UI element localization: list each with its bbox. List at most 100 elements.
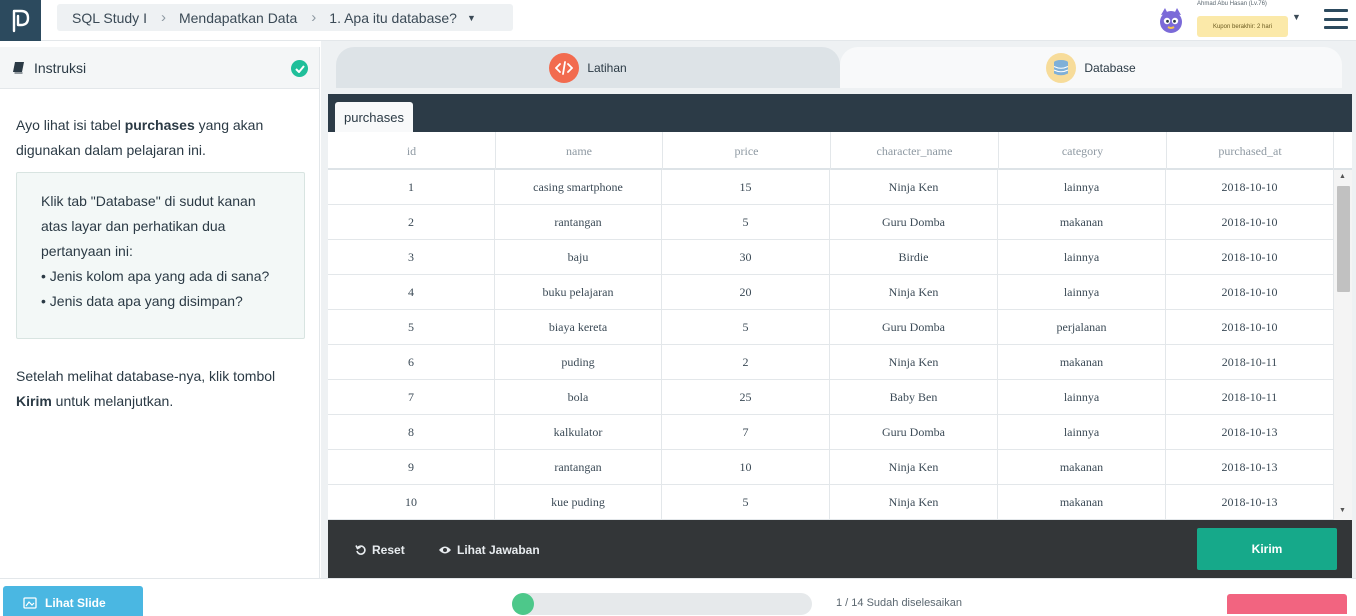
caret-down-icon[interactable]: ▼: [1292, 12, 1301, 22]
breadcrumb-lesson[interactable]: 1. Apa itu database?: [329, 10, 457, 26]
instructions-tip-box: Klik tab "Database" di sudut kanan atas …: [16, 172, 305, 339]
next-lesson-button[interactable]: [1227, 594, 1347, 614]
tip-question: • Jenis kolom apa yang ada di sana?: [41, 268, 270, 284]
table-cell-price: 5: [662, 205, 830, 240]
table-cell-name: kalkulator: [495, 415, 662, 450]
table-row: 6 puding 2 Ninja Ken makanan 2018-10-11: [328, 345, 1334, 380]
table-row: 5 biaya kereta 5 Guru Domba perjalanan 2018-1…: [328, 310, 1334, 345]
table-cell-character_name: Birdie: [830, 240, 998, 275]
reset-icon: [355, 545, 366, 555]
table-cell-category: lainnya: [998, 170, 1166, 205]
code-icon: [549, 52, 580, 83]
table-cell-character_name: Guru Domba: [830, 415, 998, 450]
tip-question: • Jenis data apa yang disimpan?: [41, 293, 243, 309]
column-header: character_name: [831, 132, 999, 170]
table-header: id name price character_name category pu…: [328, 132, 1352, 170]
table-cell-category: makanan: [998, 205, 1166, 240]
table-cell-character_name: Ninja Ken: [830, 450, 998, 485]
instructions-footer: Setelah melihat database-nya, klik tombo…: [16, 364, 306, 414]
table-row: 9 rantangan 10 Ninja Ken makanan 2018-10-13: [328, 450, 1334, 485]
chevron-right-icon: ›: [311, 9, 317, 26]
table-cell-id: 4: [328, 275, 495, 310]
table-cell-category: perjalanan: [998, 310, 1166, 345]
hamburger-menu-icon[interactable]: [1324, 9, 1348, 29]
table-cell-price: 25: [662, 380, 830, 415]
table-cell-name: baju: [495, 240, 662, 275]
table-cell-name: casing smartphone: [495, 170, 662, 205]
table-tab-purchases[interactable]: purchases: [335, 102, 413, 132]
table-cell-category: makanan: [998, 485, 1166, 520]
avatar[interactable]: [1156, 5, 1186, 35]
database-icon: [1046, 52, 1077, 83]
table-cell-id: 5: [328, 310, 495, 345]
table-cell-category: makanan: [998, 345, 1166, 380]
table-cell-price: 20: [662, 275, 830, 310]
table-cell-price: 10: [662, 450, 830, 485]
table-cell-purchased_at: 2018-10-13: [1166, 415, 1334, 450]
table-cell-name: buku pelajaran: [495, 275, 662, 310]
show-answer-button[interactable]: Lihat Jawaban: [438, 536, 540, 564]
tab-database-label: Database: [1084, 60, 1136, 75]
breadcrumb-course[interactable]: SQL Study I: [72, 10, 147, 26]
progress-text: 1 / 14 Sudah diselesaikan: [836, 597, 962, 609]
tip-text: Klik tab "Database" di sudut kanan atas …: [41, 193, 256, 259]
column-header: category: [999, 132, 1167, 170]
table-row: 8 kalkulator 7 Guru Domba lainnya 2018-10-13: [328, 415, 1334, 450]
scrollbar-thumb[interactable]: [1337, 186, 1350, 292]
tab-latihan[interactable]: Latihan: [336, 47, 840, 88]
column-header: id: [328, 132, 496, 170]
scroll-up-icon[interactable]: ▲: [1339, 173, 1346, 180]
table-cell-purchased_at: 2018-10-13: [1166, 485, 1334, 520]
table-cell-character_name: Ninja Ken: [830, 345, 998, 380]
table-cell-category: lainnya: [998, 380, 1166, 415]
table-row: 10 kue puding 5 Ninja Ken makanan 2018-10-13: [328, 485, 1334, 520]
chevron-right-icon: ›: [160, 9, 166, 26]
table-cell-purchased_at: 2018-10-10: [1166, 170, 1334, 205]
progate-logo-icon[interactable]: [0, 0, 41, 41]
table-cell-purchased_at: 2018-10-10: [1166, 310, 1334, 345]
table-cell-name: puding: [495, 345, 662, 380]
user-menu[interactable]: Ahmad Abu Hasan (Lv.76) Kupon berakhir: …: [1156, 0, 1306, 41]
table-cell-price: 2: [662, 345, 830, 380]
book-icon: [12, 61, 25, 74]
table-cell-category: lainnya: [998, 415, 1166, 450]
table-cell-purchased_at: 2018-10-11: [1166, 380, 1334, 415]
table-cell-price: 5: [662, 485, 830, 520]
table-cell-id: 7: [328, 380, 495, 415]
table-cell-category: lainnya: [998, 240, 1166, 275]
intro-text: Ayo lihat isi tabel: [16, 117, 125, 133]
breadcrumb: SQL Study I › Mendapatkan Data › 1. Apa …: [57, 4, 513, 31]
table-cell-purchased_at: 2018-10-10: [1166, 205, 1334, 240]
footer-text-end: untuk melanjutkan.: [51, 393, 174, 409]
table-cell-character_name: Guru Domba: [830, 310, 998, 345]
table-cell-character_name: Baby Ben: [830, 380, 998, 415]
table-cell-id: 1: [328, 170, 495, 205]
top-bar: SQL Study I › Mendapatkan Data › 1. Apa …: [0, 0, 1356, 41]
table-cell-price: 15: [662, 170, 830, 205]
submit-button[interactable]: Kirim: [1197, 528, 1337, 570]
show-answer-label: Lihat Jawaban: [457, 543, 540, 557]
progress-fill: [512, 593, 534, 615]
eye-icon: [439, 546, 451, 554]
table-cell-purchased_at: 2018-10-10: [1166, 240, 1334, 275]
table-cell-id: 9: [328, 450, 495, 485]
tab-latihan-label: Latihan: [587, 60, 627, 75]
table-row: 3 baju 30 Birdie lainnya 2018-10-10: [328, 240, 1334, 275]
tab-database[interactable]: Database: [840, 47, 1342, 88]
reset-button[interactable]: Reset: [355, 536, 405, 564]
user-name: Ahmad Abu Hasan (Lv.76): [1197, 1, 1267, 7]
data-table: id name price character_name category pu…: [328, 132, 1352, 520]
instructions-panel: Instruksi Ayo lihat isi tabel purchases …: [0, 47, 320, 578]
scroll-down-icon[interactable]: ▼: [1339, 507, 1346, 514]
table-cell-name: kue puding: [495, 485, 662, 520]
caret-down-icon[interactable]: ▼: [467, 13, 476, 23]
view-slide-button[interactable]: Lihat Slide: [3, 586, 143, 616]
table-cell-character_name: Guru Domba: [830, 205, 998, 240]
table-cell-character_name: Ninja Ken: [830, 170, 998, 205]
table-cell-category: lainnya: [998, 275, 1166, 310]
table-cell-name: bola: [495, 380, 662, 415]
table-cell-name: biaya kereta: [495, 310, 662, 345]
table-row: 2 rantangan 5 Guru Domba makanan 2018-10-10: [328, 205, 1334, 240]
breadcrumb-chapter[interactable]: Mendapatkan Data: [179, 10, 297, 26]
table-cell-price: 7: [662, 415, 830, 450]
